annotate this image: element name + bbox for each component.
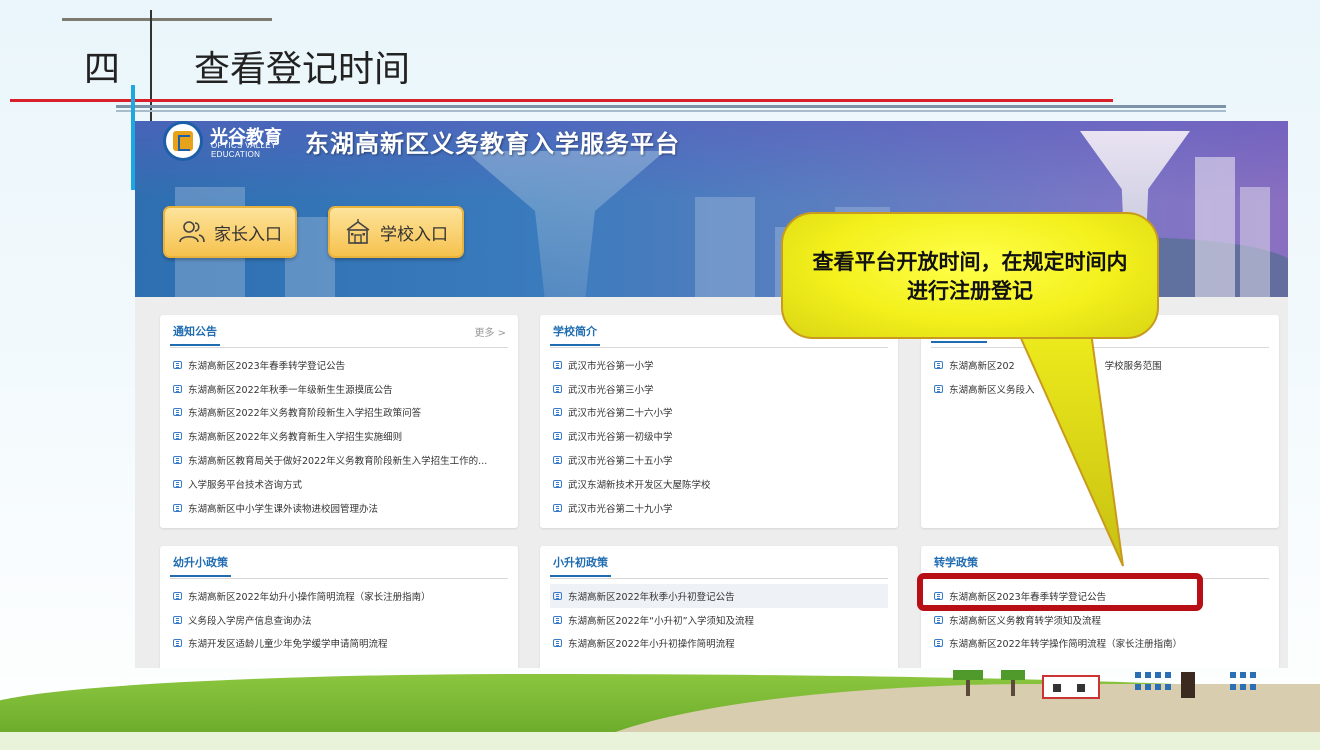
list-item[interactable]: 东湖高新区中小学生课外读物进校园管理办法	[170, 496, 508, 520]
kindergarten-policy-title: 幼升小政策	[170, 554, 231, 577]
message-icon	[173, 360, 182, 369]
landscape-decoration	[0, 660, 1320, 750]
slide-number: 四	[84, 49, 121, 90]
town-illustration-icon	[953, 670, 1256, 699]
message-icon	[553, 384, 562, 393]
notice-panel: 通知公告 更多 > 东湖高新区2023年春季转学登记公告 东湖高新区2022年秋…	[160, 315, 518, 528]
list-item[interactable]: 义务段入学房产信息查询办法	[170, 608, 508, 632]
primary-policy-title: 小升初政策	[550, 554, 611, 577]
list-item[interactable]: 东湖高新区2022年秋季小升初登记公告	[550, 584, 888, 608]
title-underline-red	[10, 99, 1113, 102]
message-icon	[173, 615, 182, 624]
notice-more-link[interactable]: 更多 >	[474, 324, 506, 339]
list-item[interactable]: 武汉东湖新技术开发区大屋陈学校	[550, 472, 888, 496]
school-entry-label: 学校入口	[380, 224, 448, 245]
list-item[interactable]: 武汉市光谷第二十六小学	[550, 401, 888, 425]
message-icon	[173, 479, 182, 488]
optics-valley-logo-icon	[163, 121, 203, 161]
platform-title: 东湖高新区义务教育入学服务平台	[305, 131, 680, 158]
list-item[interactable]: 东湖高新区义务教育转学须知及流程	[931, 608, 1269, 632]
logo-subtitle: OPTICS VALLEY EDUCATION	[211, 141, 277, 159]
message-icon	[173, 503, 182, 512]
users-icon	[179, 221, 205, 243]
list-item[interactable]: 入学服务平台技术咨询方式	[170, 472, 508, 496]
service-scope-panel: 东湖高新区202 学校服务范围 东湖高新区义务段入	[921, 315, 1279, 528]
title-underline-blue	[116, 105, 1226, 108]
list-item[interactable]: 东湖高新区义务段入	[931, 377, 1269, 401]
school-intro-panel: 学校简介 武汉市光谷第一小学 武汉市光谷第三小学 武汉市光谷第二十六小学 武汉市…	[540, 315, 898, 528]
title-underline-blue-light	[116, 110, 1226, 112]
list-item[interactable]: 东湖高新区202 学校服务范围	[931, 353, 1269, 377]
list-item[interactable]: 东湖高新区2023年春季转学登记公告	[170, 353, 508, 377]
callout-bubble: 查看平台开放时间，在规定时间内进行注册登记	[781, 212, 1159, 339]
parent-entry-button[interactable]: 家长入口	[163, 206, 297, 258]
parent-entry-label: 家长入口	[214, 224, 282, 245]
list-item[interactable]: 东湖高新区2022年“小升初”入学须知及流程	[550, 608, 888, 632]
message-icon	[934, 615, 943, 624]
message-icon	[934, 384, 943, 393]
message-icon	[934, 639, 943, 648]
list-item[interactable]: 东湖高新区2022年转学操作简明流程（家长注册指南）	[931, 632, 1269, 656]
school-entry-button[interactable]: 学校入口	[328, 206, 464, 258]
banner-landmark	[465, 151, 665, 297]
list-item[interactable]: 武汉市光谷第二十九小学	[550, 496, 888, 520]
primary-to-middle-policy-panel: 小升初政策 东湖高新区2022年秋季小升初登记公告 东湖高新区2022年“小升初…	[540, 546, 898, 668]
message-icon	[553, 639, 562, 648]
list-item[interactable]: 武汉市光谷第一初级中学	[550, 424, 888, 448]
message-icon	[553, 432, 562, 441]
message-icon	[553, 360, 562, 369]
kindergarten-policy-panel: 幼升小政策 东湖高新区2022年幼升小操作简明流程（家长注册指南） 义务段入学房…	[160, 546, 518, 668]
list-item[interactable]: 武汉市光谷第三小学	[550, 377, 888, 401]
school-building-icon	[346, 219, 370, 244]
list-item[interactable]: 东湖开发区适龄儿童少年免学缓学申请简明流程	[170, 632, 508, 656]
message-icon	[553, 615, 562, 624]
message-icon	[553, 408, 562, 417]
list-item[interactable]: 东湖高新区2022年义务教育阶段新生入学招生政策问答	[170, 401, 508, 425]
slide-title: 查看登记时间	[194, 49, 411, 90]
list-item[interactable]: 东湖高新区2022年幼升小操作简明流程（家长注册指南）	[170, 584, 508, 608]
message-icon	[173, 639, 182, 648]
message-icon	[553, 503, 562, 512]
message-icon	[173, 591, 182, 600]
message-icon	[173, 456, 182, 465]
list-item[interactable]: 东湖高新区教育局关于做好2022年义务教育阶段新生入学招生工作的...	[170, 448, 508, 472]
list-item[interactable]: 东湖高新区2022年小升初操作简明流程	[550, 632, 888, 656]
message-icon	[553, 456, 562, 465]
message-icon	[934, 360, 943, 369]
message-icon	[553, 479, 562, 488]
list-item[interactable]: 东湖高新区2022年义务教育新生入学招生实施细则	[170, 424, 508, 448]
message-icon	[553, 591, 562, 600]
message-icon	[173, 384, 182, 393]
notice-panel-title: 通知公告	[170, 323, 220, 346]
message-icon	[173, 432, 182, 441]
list-item[interactable]: 武汉市光谷第一小学	[550, 353, 888, 377]
school-intro-title: 学校简介	[550, 323, 600, 346]
header-top-rule	[62, 18, 272, 21]
highlight-frame	[917, 573, 1203, 611]
message-icon	[173, 408, 182, 417]
list-item[interactable]: 武汉市光谷第二十五小学	[550, 448, 888, 472]
list-item[interactable]: 东湖高新区2022年秋季一年级新生生源摸底公告	[170, 377, 508, 401]
